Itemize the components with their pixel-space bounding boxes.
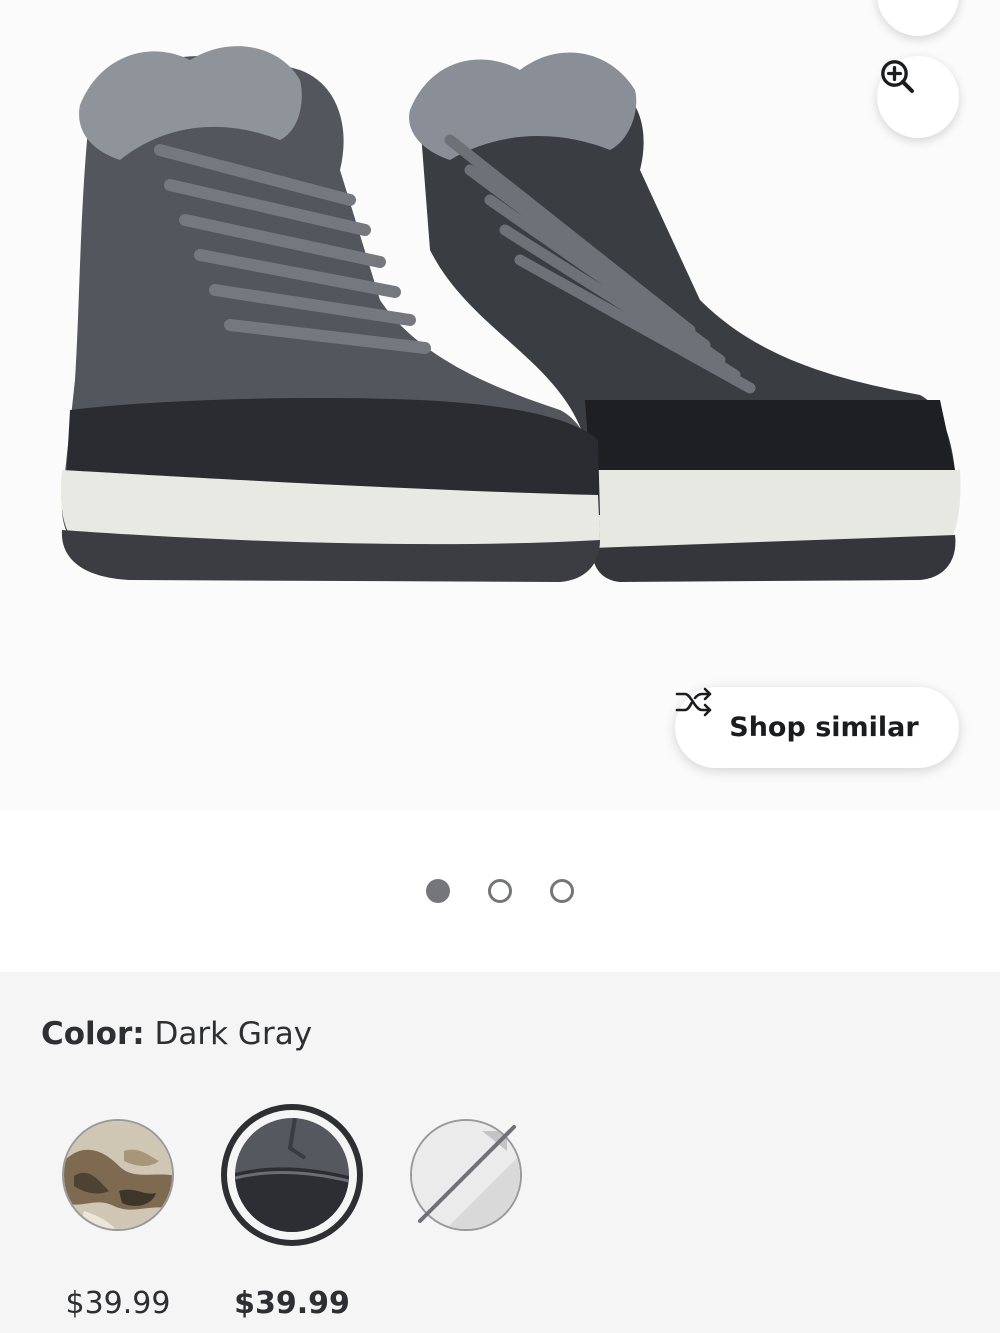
swatch-camo[interactable] <box>62 1119 174 1231</box>
color-options-panel: Color: Dark Gray $39.99 $39.99 <box>0 972 1000 1333</box>
shop-similar-button[interactable]: Shop similar <box>675 687 959 768</box>
zoom-button[interactable] <box>877 56 959 138</box>
color-label: Color: <box>41 1016 145 1052</box>
dark-gray-material <box>235 1118 349 1232</box>
color-value: Dark Gray <box>154 1016 313 1052</box>
swatch-dark-gray[interactable] <box>235 1118 349 1232</box>
swatch-camo-price: $39.99 <box>65 1286 171 1321</box>
image-pagination <box>0 876 1000 906</box>
shop-similar-label: Shop similar <box>729 712 919 743</box>
color-heading: Color: Dark Gray <box>41 1016 312 1052</box>
pagination-dot-2[interactable] <box>488 879 512 903</box>
pagination-dot-3[interactable] <box>550 879 574 903</box>
product-gallery: Shop similar <box>0 0 1000 972</box>
camo-pattern <box>64 1121 172 1229</box>
product-image[interactable]: Shop similar <box>0 0 1000 810</box>
unavailable-strike-icon <box>418 1125 516 1223</box>
pagination-dot-1[interactable] <box>426 879 450 903</box>
swatch-dark-gray-price: $39.99 <box>234 1286 350 1321</box>
